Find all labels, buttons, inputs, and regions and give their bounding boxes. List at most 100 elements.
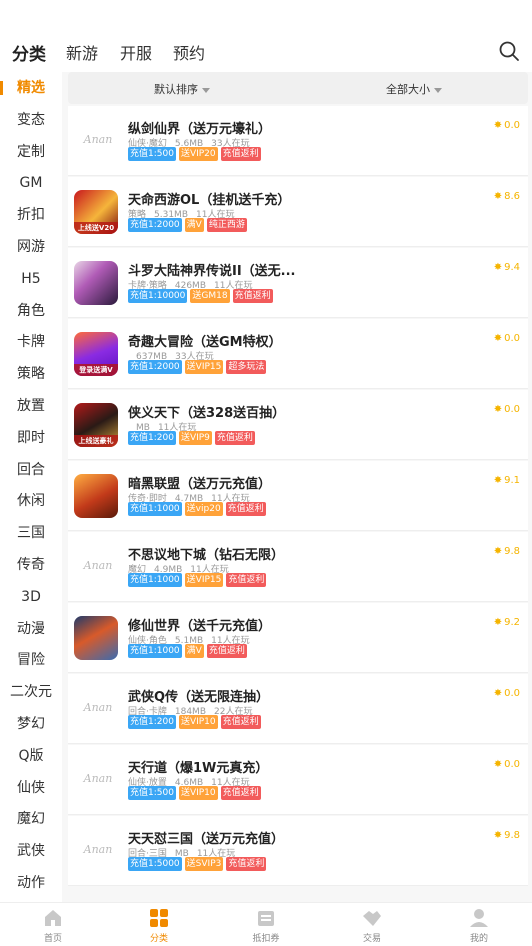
bottom-nav: 首页 分类 抵扣券 交易 我的 — [0, 902, 532, 946]
game-tag: 充值返利 — [220, 786, 261, 800]
game-tags: 充值1:1000 送VIP15 充值返利 — [128, 573, 269, 587]
nav-coupon[interactable]: 抵扣券 — [226, 907, 306, 944]
nav-profile[interactable]: 我的 — [439, 907, 519, 944]
score-value: 9.4 — [504, 262, 520, 273]
game-tag: 充值返利 — [214, 431, 255, 445]
game-score: ✸ 0.0 — [494, 333, 520, 344]
size-label: 全部大小 — [386, 83, 430, 96]
search-icon[interactable] — [498, 40, 520, 62]
game-score: ✸ 8.6 — [494, 191, 520, 202]
game-tag: 满V — [184, 644, 204, 658]
game-tags: 充值1:500 送VIP20 充值返利 — [128, 147, 264, 161]
game-tag: 充值1:10000 — [128, 289, 188, 303]
game-tag: 充值1:1000 — [128, 644, 182, 658]
game-card[interactable]: 斗罗大陆神界传说II（送无... 卡牌·策略 426MB 11人在玩 充值1:10000… — [68, 248, 528, 318]
game-score: ✸ 9.1 — [494, 475, 520, 486]
sidebar-item[interactable]: 策略 — [0, 358, 62, 390]
game-title: 天行道（爆1W元真充） — [128, 761, 269, 776]
game-tag: 充值1:1000 — [128, 502, 182, 516]
icon-banner: 上线送豪礼 — [74, 435, 118, 447]
sidebar-item[interactable]: GM — [0, 167, 62, 199]
sidebar-item[interactable]: 冒险 — [0, 644, 62, 676]
game-card[interactable]: Anan 天天怼三国（送万元充值） 回合·三国 MB 11人在玩 充值1:5000 送SVI… — [68, 816, 528, 886]
game-score: ✸ 0.0 — [494, 759, 520, 770]
game-tag: 充值返利 — [226, 857, 267, 871]
game-icon — [74, 616, 118, 660]
score-icon: ✸ — [493, 617, 503, 628]
handshake-icon — [363, 911, 381, 926]
sidebar-item[interactable]: 休闲 — [0, 485, 62, 517]
game-card[interactable]: 上线送V20 天命西游OL（挂机送千充） 策略 5.31MB 11人在玩 充值1:2000… — [68, 177, 528, 247]
game-tag: 充值返利 — [206, 644, 247, 658]
game-title: 天天怼三国（送万元充值） — [128, 832, 285, 847]
top-bar: 分类 新游 开服 预约 — [0, 0, 532, 72]
sidebar-item[interactable]: Q版 — [0, 740, 62, 772]
game-icon: 登录送满V — [74, 332, 118, 376]
sidebar-item[interactable]: 回合 — [0, 454, 62, 486]
game-title: 侠义天下（送328送百抽） — [128, 406, 286, 421]
sidebar-item[interactable]: 即时 — [0, 422, 62, 454]
sidebar-item[interactable]: 折扣 — [0, 199, 62, 231]
game-card[interactable]: 修仙世界（送千元充值） 仙侠·角色 5.1MB 11人在玩 充值1:1000 满V 充值返利… — [68, 603, 528, 673]
sidebar-item[interactable]: 网游 — [0, 231, 62, 263]
icon-banner: 上线送V20 — [74, 222, 118, 234]
chevron-down-icon — [434, 87, 442, 93]
chevron-down-icon — [202, 87, 210, 93]
tab-category[interactable]: 分类 — [12, 40, 46, 67]
nav-home[interactable]: 首页 — [13, 907, 93, 944]
sidebar-item[interactable]: 变态 — [0, 104, 62, 136]
game-tag: 充值1:5000 — [128, 857, 182, 871]
sidebar-item[interactable]: 精选 — [0, 72, 62, 104]
game-card[interactable]: 登录送满V 奇趣大冒险（送GM特权） 637MB 33人在玩 充值1:2000 送VIP1… — [68, 319, 528, 389]
game-card[interactable]: Anan 纵剑仙界（送万元壕礼） 仙侠·魔幻 5.6MB 33人在玩 充值1:500 送VI… — [68, 106, 528, 176]
game-card[interactable]: Anan 不思议地下城（钻石无限） 魔幻 4.9MB 11人在玩 充值1:1000 送VIP… — [68, 532, 528, 602]
game-title: 奇趣大冒险（送GM特权） — [128, 335, 282, 350]
game-title: 天命西游OL（挂机送千充） — [128, 193, 291, 208]
game-tag: 充值1:2000 — [128, 218, 182, 232]
game-tag: 送VIP20 — [178, 147, 218, 161]
placeholder-logo: Anan — [83, 701, 113, 714]
sidebar-item[interactable]: 3D — [0, 581, 62, 613]
score-icon: ✸ — [493, 688, 503, 699]
game-icon — [74, 261, 118, 305]
sidebar-item[interactable]: 三国 — [0, 517, 62, 549]
sidebar-item[interactable]: 卡牌 — [0, 326, 62, 358]
sidebar-item[interactable]: 魔幻 — [0, 803, 62, 835]
tab-reservation[interactable]: 预约 — [173, 40, 205, 64]
placeholder-logo: Anan — [83, 772, 113, 785]
game-score: ✸ 9.4 — [494, 262, 520, 273]
sidebar-item[interactable]: H5 — [0, 263, 62, 295]
sidebar-item[interactable]: 二次元 — [0, 676, 62, 708]
game-icon: Anan — [74, 119, 118, 163]
placeholder-logo: Anan — [83, 133, 113, 146]
sidebar-item[interactable]: 仙侠 — [0, 772, 62, 804]
score-value: 0.0 — [504, 404, 520, 415]
game-card[interactable]: 暗黑联盟（送万元充值） 传奇·即时 4.7MB 11人在玩 充值1:1000 送vip20… — [68, 461, 528, 531]
sidebar-item[interactable]: 动漫 — [0, 613, 62, 645]
icon-banner: 登录送满V — [74, 364, 118, 376]
game-icon: 上线送V20 — [74, 190, 118, 234]
game-card[interactable]: Anan 武侠Q传（送无限连抽） 回合·卡牌 184MB 22人在玩 充值1:200 送VI… — [68, 674, 528, 744]
game-tag: 送GM18 — [190, 289, 230, 303]
game-title: 纵剑仙界（送万元壕礼） — [128, 122, 272, 137]
sort-dropdown[interactable]: 默认排序 — [154, 81, 210, 97]
game-card[interactable]: 上线送豪礼 侠义天下（送328送百抽） MB 11人在玩 充值1:200 送VIP9 充值返… — [68, 390, 528, 460]
sidebar-item[interactable]: 角色 — [0, 295, 62, 327]
placeholder-logo: Anan — [83, 559, 113, 572]
sidebar-item[interactable]: 传奇 — [0, 549, 62, 581]
game-tag: 送VIP15 — [184, 573, 224, 587]
nav-trade[interactable]: 交易 — [332, 907, 412, 944]
score-icon: ✸ — [493, 333, 503, 344]
game-tag: 送VIP10 — [178, 715, 218, 729]
sidebar-item[interactable]: 武侠 — [0, 835, 62, 867]
game-card[interactable]: Anan 天行道（爆1W元真充） 仙侠·放置 4.6MB 11人在玩 充值1:500 送VI… — [68, 745, 528, 815]
sidebar-item[interactable]: 梦幻 — [0, 708, 62, 740]
tab-new-games[interactable]: 新游 — [66, 40, 98, 64]
sidebar-item[interactable]: 放置 — [0, 390, 62, 422]
tab-server-open[interactable]: 开服 — [120, 40, 152, 64]
size-dropdown[interactable]: 全部大小 — [386, 81, 442, 97]
sidebar-item[interactable]: 动作 — [0, 867, 62, 899]
sidebar-item[interactable]: 定制 — [0, 136, 62, 168]
nav-category[interactable]: 分类 — [119, 907, 199, 944]
home-icon — [45, 910, 61, 926]
